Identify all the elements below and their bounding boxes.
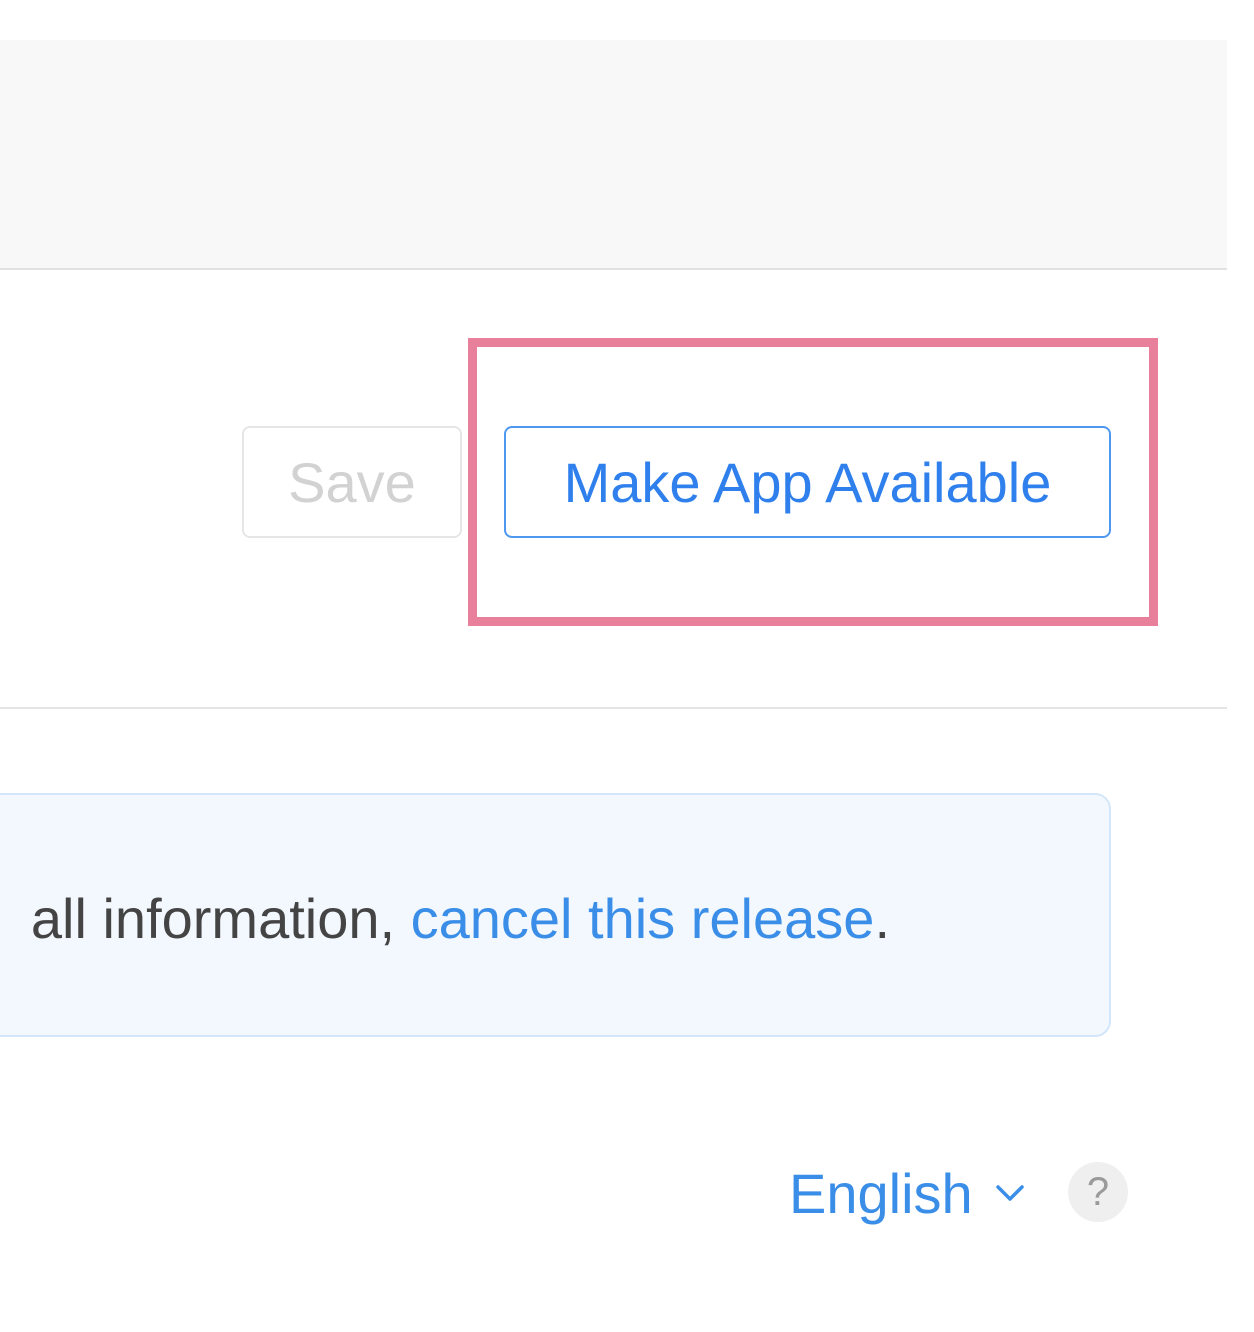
make-app-available-button[interactable]: Make App Available [504,426,1111,538]
header-band [0,40,1227,270]
release-notice-text: all information, cancel this release. [31,886,890,952]
page: Save Make App Available all information,… [0,0,1254,1332]
cancel-release-link[interactable]: cancel this release [411,887,875,950]
notice-text-prefix: all information, [30,887,411,950]
language-selector[interactable]: English [789,1158,1025,1228]
help-glyph: ? [1086,1169,1110,1214]
help-icon[interactable]: ? [1068,1162,1128,1222]
notice-text-suffix: . [874,887,890,950]
save-button[interactable]: Save [242,426,462,538]
divider [0,707,1227,709]
language-label: English [789,1161,973,1225]
chevron-down-icon [995,1185,1024,1201]
